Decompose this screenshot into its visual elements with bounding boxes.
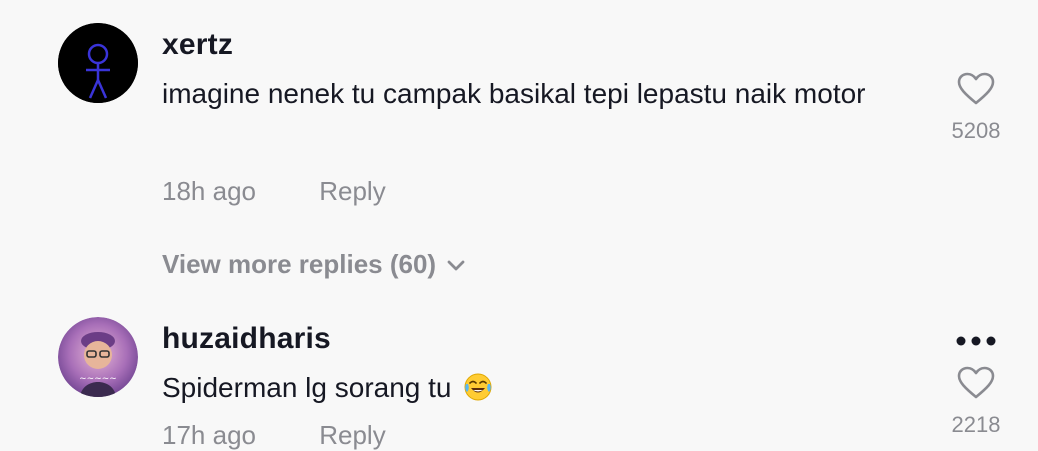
comment-meta: 17h ago Reply [162, 420, 386, 451]
comment-text-content: Spiderman lg sorang tu [162, 372, 452, 403]
reply-button[interactable]: Reply [319, 420, 385, 450]
heart-icon [957, 366, 995, 399]
username[interactable]: huzaidharis [162, 322, 331, 356]
profile-photo-avatar-icon: ~~~~~ [58, 317, 138, 397]
view-more-replies-label: View more replies (60) [162, 249, 437, 279]
comment-text: imagine nenek tu campak basikal tepi lep… [162, 78, 866, 109]
more-options-icon[interactable] [955, 335, 997, 347]
comment-meta: 18h ago Reply [162, 176, 386, 207]
like-button[interactable]: 2218 [946, 366, 1006, 438]
heart-icon [957, 72, 995, 105]
avatar[interactable] [58, 23, 138, 103]
comment-timestamp: 18h ago [162, 176, 256, 206]
reply-button[interactable]: Reply [319, 176, 385, 206]
comment-timestamp: 17h ago [162, 420, 256, 450]
svg-text:~~~~~: ~~~~~ [79, 374, 117, 384]
comment-text: Spiderman lg sorang tu [162, 366, 892, 410]
username[interactable]: xertz [162, 28, 233, 62]
stick-figure-avatar-icon [58, 23, 138, 103]
chevron-down-icon [447, 260, 465, 271]
view-more-replies-button[interactable]: View more replies (60) [162, 249, 466, 280]
avatar[interactable]: ~~~~~ [58, 317, 138, 397]
like-count: 5208 [951, 118, 1001, 143]
like-count: 2218 [951, 412, 1001, 437]
like-button[interactable]: 5208 [946, 72, 1006, 144]
face-with-tears-of-joy-icon [464, 373, 492, 401]
